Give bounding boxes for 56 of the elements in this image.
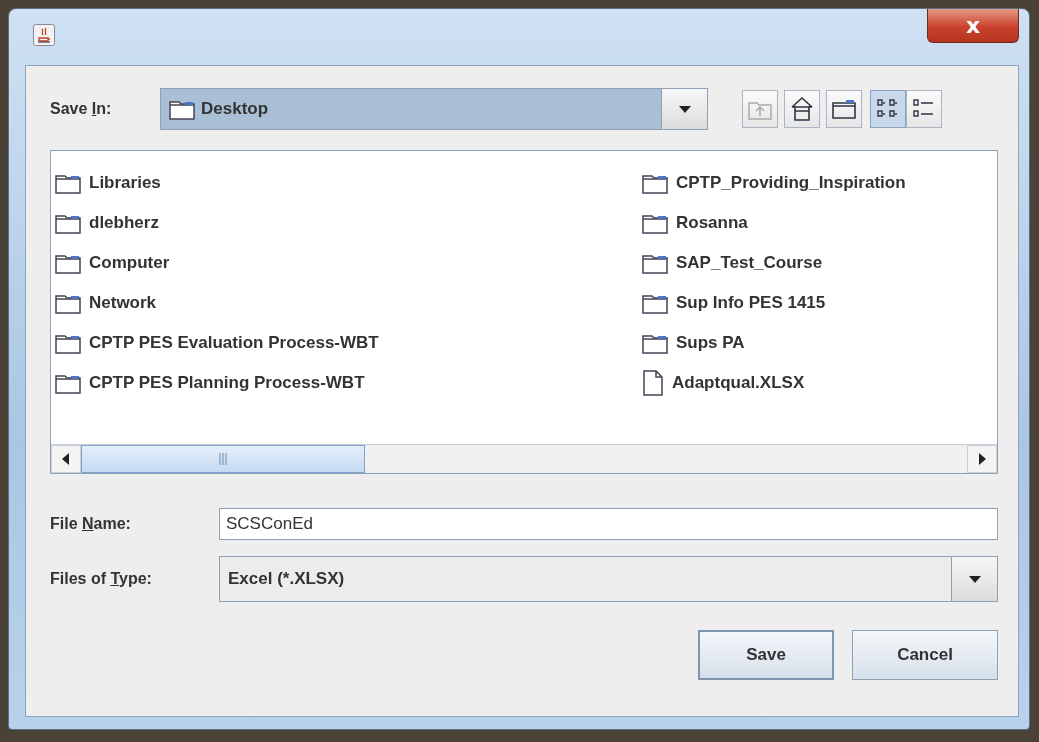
folder-icon xyxy=(55,332,81,354)
toolbar-button[interactable] xyxy=(826,90,862,128)
folder-icon xyxy=(642,332,668,354)
file-type-dropdown[interactable]: Excel (*.XLSX) xyxy=(219,556,998,602)
caret-icon xyxy=(976,453,988,465)
file-item[interactable]: Sup Info PES 1415 xyxy=(642,283,997,323)
caret-icon xyxy=(60,453,72,465)
file-item[interactable]: Network xyxy=(55,283,642,323)
grip-icon xyxy=(218,453,228,465)
scroll-left-button[interactable] xyxy=(51,445,81,473)
file-item[interactable]: Libraries xyxy=(55,163,642,203)
folder-icon xyxy=(642,212,668,234)
dialog-button[interactable]: Cancel xyxy=(852,630,998,680)
toolbar-button[interactable] xyxy=(870,90,906,128)
file-item[interactable]: Rosanna xyxy=(642,203,997,243)
java-cup-icon xyxy=(33,24,55,46)
folder-icon xyxy=(55,172,81,194)
file-icon xyxy=(642,370,664,396)
scroll-thumb[interactable] xyxy=(81,445,365,473)
dropdown-value: Desktop xyxy=(201,99,269,119)
folder-icon xyxy=(642,292,668,314)
field-label: Files of Type: xyxy=(50,570,153,588)
file-item[interactable]: dlebherz xyxy=(55,203,642,243)
folder-icon xyxy=(55,252,81,274)
file-item[interactable]: Sups PA xyxy=(642,323,997,363)
toolbar-button[interactable] xyxy=(906,90,942,128)
horizontal-scrollbar[interactable] xyxy=(51,444,997,473)
close-button[interactable]: x xyxy=(927,9,1019,43)
details-view-icon xyxy=(912,98,936,120)
folder-icon xyxy=(169,98,195,120)
folder-icon xyxy=(832,98,856,120)
dropdown-arrow-button[interactable] xyxy=(661,89,707,129)
folder-icon xyxy=(55,292,81,314)
scroll-right-button[interactable] xyxy=(967,445,997,473)
folder-icon xyxy=(642,172,668,194)
file-item[interactable]: CPTP PES Planning Process-WBT xyxy=(55,363,642,403)
folder-icon xyxy=(55,212,81,234)
file-item[interactable]: Adaptqual.XLSX xyxy=(642,363,997,403)
save-in-dropdown[interactable]: Desktop xyxy=(160,88,708,130)
folder-icon xyxy=(55,372,81,394)
file-item[interactable]: CPTP PES Evaluation Process-WBT xyxy=(55,323,642,363)
list-view-icon xyxy=(876,98,900,120)
toolbar-button[interactable] xyxy=(784,90,820,128)
dropdown-arrow-button[interactable] xyxy=(951,557,997,601)
field-label: Save In: xyxy=(50,100,113,118)
field-label: File Name: xyxy=(50,515,132,533)
file-name-field[interactable]: SCSConEd xyxy=(219,508,998,540)
folder-icon xyxy=(642,252,668,274)
file-item[interactable]: SAP_Test_Course xyxy=(642,243,997,283)
dialog-button[interactable]: Save xyxy=(698,630,834,680)
file-item[interactable]: Computer xyxy=(55,243,642,283)
caret-icon xyxy=(678,103,691,115)
dropdown-value: Excel (*.XLSX) xyxy=(228,569,345,589)
file-item[interactable]: CPTP_Providing_Inspiration xyxy=(642,163,997,203)
home-icon xyxy=(790,96,814,122)
caret-icon xyxy=(968,573,981,585)
